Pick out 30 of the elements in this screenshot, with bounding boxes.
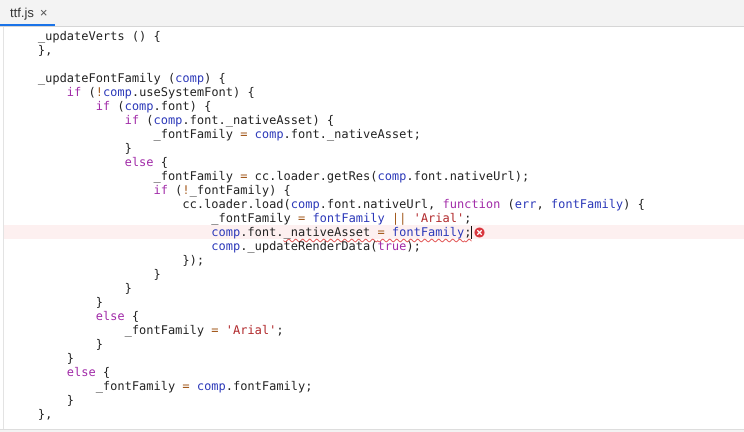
code-line: } bbox=[124, 141, 132, 155]
code-line: } bbox=[66, 351, 74, 365]
code-line: _fontFamily = comp.fontFamily; bbox=[94, 379, 312, 393]
code-line: _updateVerts () { bbox=[36, 29, 161, 43]
code-line: comp.font._nativeAsset = fontFamily; bbox=[210, 225, 472, 239]
close-button[interactable]: × bbox=[40, 4, 48, 20]
code-line: }); bbox=[181, 253, 204, 267]
code-line: } bbox=[94, 295, 103, 309]
code-line: _fontFamily = fontFamily || 'Arial'; bbox=[210, 211, 472, 225]
code-line: if (!_fontFamily) { bbox=[152, 183, 291, 197]
code-line: if (comp.font._nativeAsset) { bbox=[124, 113, 334, 127]
code-line: else { bbox=[94, 309, 140, 323]
code-line: }, bbox=[36, 407, 52, 421]
code-line: cc.loader.load(comp.font.nativeUrl, function (err, fontFamily) { bbox=[181, 197, 645, 211]
code-line: else { bbox=[66, 365, 110, 379]
code-line: } bbox=[124, 281, 132, 295]
code-line: _fontFamily = cc.loader.getRes(comp.font.nativeUrl); bbox=[152, 169, 530, 183]
error-icon bbox=[474, 226, 486, 238]
code-line: comp._updateRenderData(true); bbox=[210, 239, 421, 253]
code-line: } bbox=[94, 337, 103, 351]
code-line: if (comp.font) { bbox=[94, 99, 212, 113]
code-line: }, bbox=[36, 43, 52, 57]
code-line: _fontFamily = 'Arial'; bbox=[124, 323, 284, 337]
file-tab[interactable]: ttf.js × bbox=[0, 0, 56, 26]
code-line: } bbox=[66, 393, 74, 407]
code-line: _fontFamily = comp.font._nativeAsset; bbox=[152, 127, 421, 141]
code-line: } bbox=[152, 267, 161, 281]
code-line: _updateFontFamily (comp) { bbox=[36, 71, 226, 85]
code-line: else { bbox=[124, 155, 168, 169]
code-line: if (!comp.useSystemFont) { bbox=[66, 85, 255, 99]
